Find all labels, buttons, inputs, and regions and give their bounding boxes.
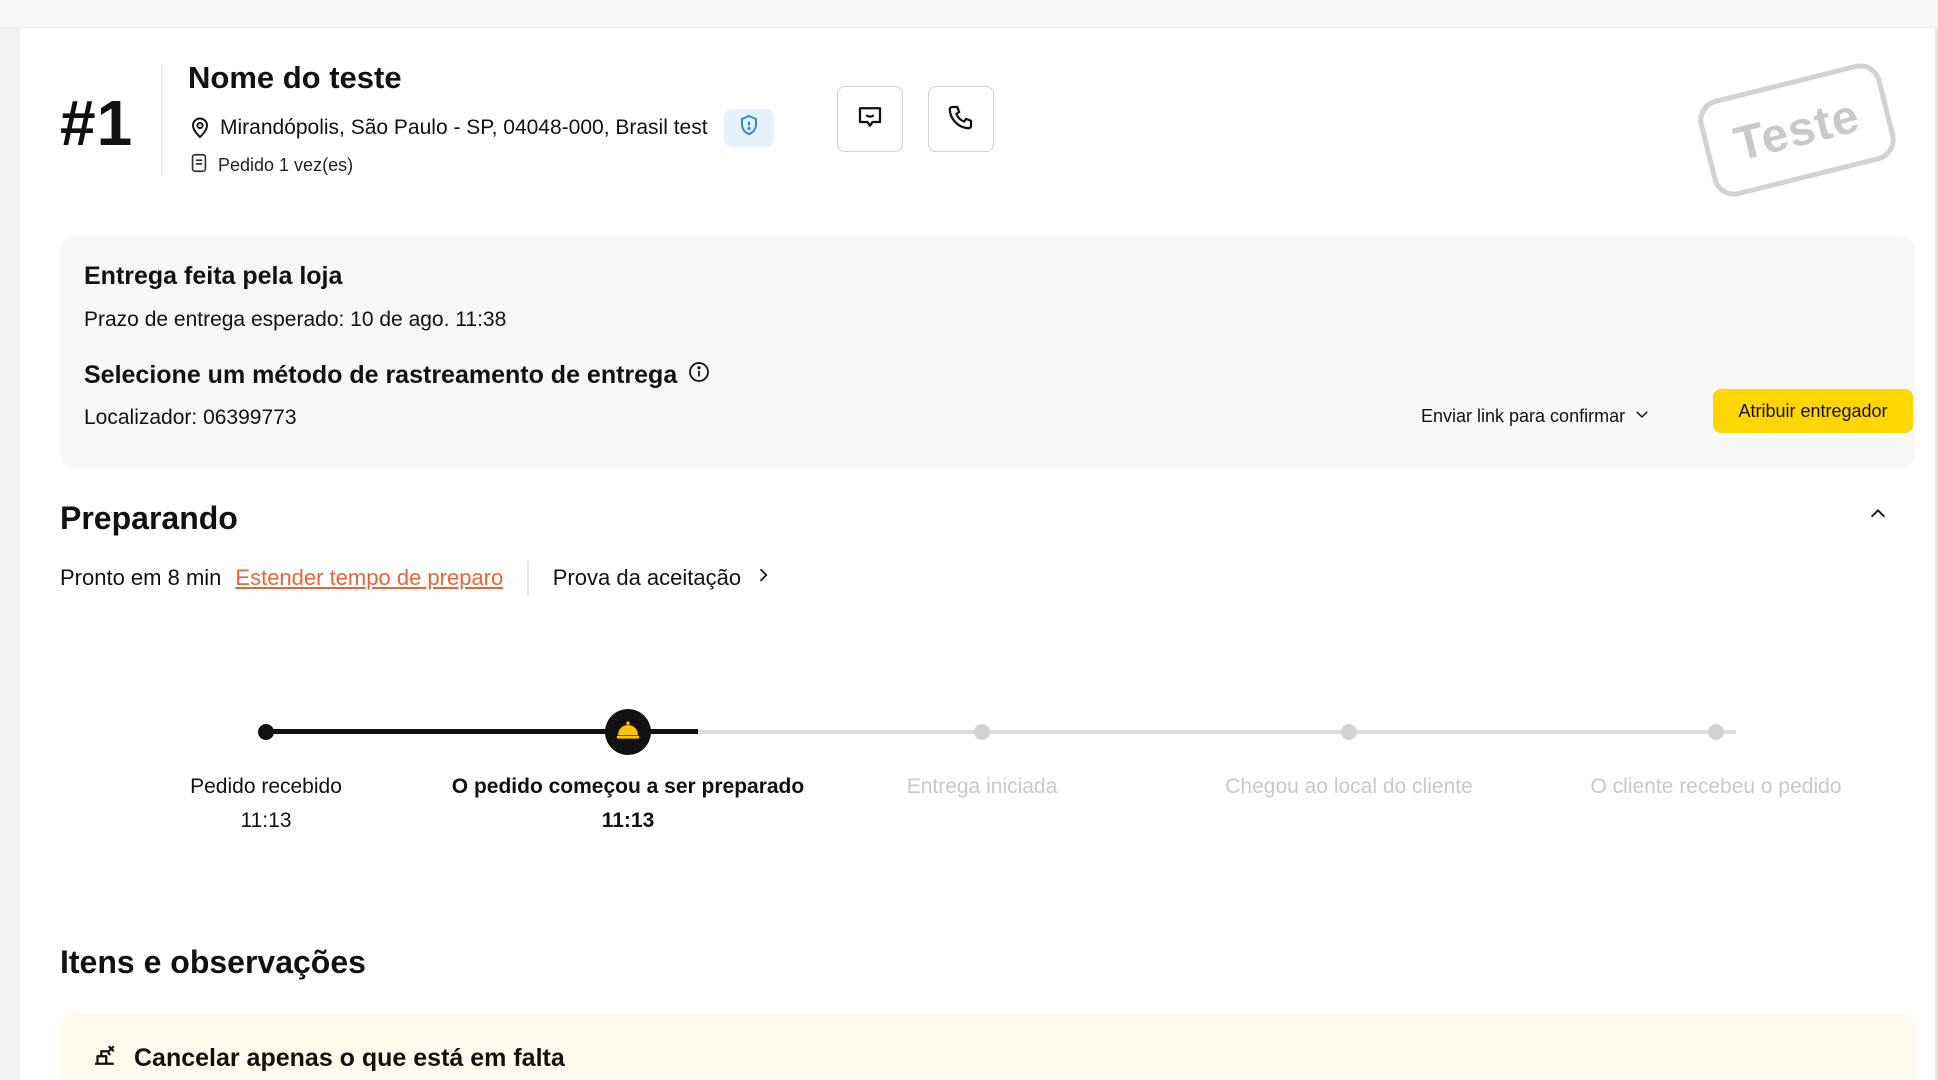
- cancel-item-icon: [90, 1040, 120, 1077]
- timeline-step-arrived: Chegou ao local do cliente: [1169, 770, 1529, 804]
- row-divider: [527, 561, 529, 595]
- delivery-card: Entrega feita pela loja Prazo de entrega…: [60, 236, 1915, 468]
- timeline-dot-preparing: [605, 709, 651, 755]
- chat-icon: [855, 102, 885, 137]
- chat-button[interactable]: [837, 86, 903, 152]
- phone-button[interactable]: [928, 86, 994, 152]
- preparing-title: Preparando: [60, 500, 238, 536]
- phone-icon: [946, 102, 976, 137]
- timeline-step-delivery-started: Entrega iniciada: [802, 770, 1162, 804]
- timeline-dot-arrived: [1341, 724, 1357, 740]
- customer-name: Nome do teste: [188, 60, 402, 95]
- step-label: Entrega iniciada: [906, 775, 1058, 798]
- privacy-shield-button[interactable]: [723, 109, 774, 147]
- send-confirm-link-label: Enviar link para confirmar: [1421, 405, 1626, 426]
- step-label: O cliente recebeu o pedido: [1590, 775, 1842, 798]
- ready-in-text: Pronto em 8 min: [60, 565, 222, 590]
- tracking-method-heading: Selecione um método de rastreamento de e…: [84, 360, 711, 391]
- receipt-icon: [188, 152, 210, 179]
- browser-top-strip: [0, 0, 1938, 28]
- order-count-row: Pedido 1 vez(es): [188, 152, 353, 179]
- test-stamp: Teste: [1693, 58, 1901, 202]
- extend-prep-time-link[interactable]: Estender tempo de preparo: [235, 565, 503, 591]
- header-divider: [161, 64, 163, 176]
- send-confirm-link-dropdown[interactable]: Enviar link para confirmar: [1421, 398, 1651, 434]
- order-detail-page: #1 Nome do teste Mirandópolis, São Paulo…: [20, 28, 1935, 1080]
- order-count: Pedido 1 vez(es): [218, 155, 354, 175]
- cancel-missing-text: Cancelar apenas o que está em falta: [134, 1043, 565, 1072]
- cancel-missing-notice: Cancelar apenas o que está em falta: [60, 1013, 1915, 1080]
- delivery-locator: Localizador: 06399773: [84, 406, 297, 429]
- step-time: 11:13: [240, 809, 292, 832]
- step-time: 11:13: [601, 809, 655, 832]
- timeline-step-received: Pedido recebido 11:13: [86, 770, 446, 838]
- chevron-down-icon: [1633, 405, 1651, 428]
- chevron-right-icon: [753, 565, 773, 591]
- service-bell-icon: [613, 715, 643, 750]
- assign-courier-button[interactable]: Atribuir entregador: [1713, 389, 1913, 433]
- customer-address: Mirandópolis, São Paulo - SP, 04048-000,…: [220, 116, 708, 139]
- delivery-title: Entrega feita pela loja: [84, 262, 343, 290]
- proof-of-acceptance-link[interactable]: Prova da aceitação: [553, 565, 773, 591]
- proof-of-acceptance-label: Prova da aceitação: [552, 565, 742, 590]
- step-label: O pedido começou a ser preparado: [451, 775, 805, 798]
- preparing-info-row: Pronto em 8 min Estender tempo de prepar…: [60, 558, 773, 598]
- timeline-step-preparing: O pedido começou a ser preparado 11:13: [448, 770, 808, 838]
- chevron-up-icon: [1867, 503, 1889, 530]
- collapse-section-button[interactable]: [1860, 498, 1896, 534]
- shield-icon: [737, 113, 761, 143]
- tracking-method-title: Selecione um método de rastreamento de e…: [84, 361, 678, 389]
- timeline-dot-received: [258, 724, 274, 740]
- delivery-deadline: Prazo de entrega esperado: 10 de ago. 11…: [84, 308, 507, 331]
- info-icon[interactable]: [687, 360, 711, 391]
- step-label: Pedido recebido: [190, 775, 342, 798]
- timeline-dot-delivery-started: [974, 724, 990, 740]
- items-title: Itens e observações: [60, 944, 366, 980]
- timeline-dot-received-by-customer: [1708, 724, 1724, 740]
- step-label: Chegou ao local do cliente: [1225, 775, 1473, 798]
- location-pin-icon: [188, 116, 212, 140]
- address-row: Mirandópolis, São Paulo - SP, 04048-000,…: [188, 108, 774, 148]
- order-number: #1: [60, 87, 134, 159]
- timeline-step-customer-received: O cliente recebeu o pedido: [1536, 770, 1896, 804]
